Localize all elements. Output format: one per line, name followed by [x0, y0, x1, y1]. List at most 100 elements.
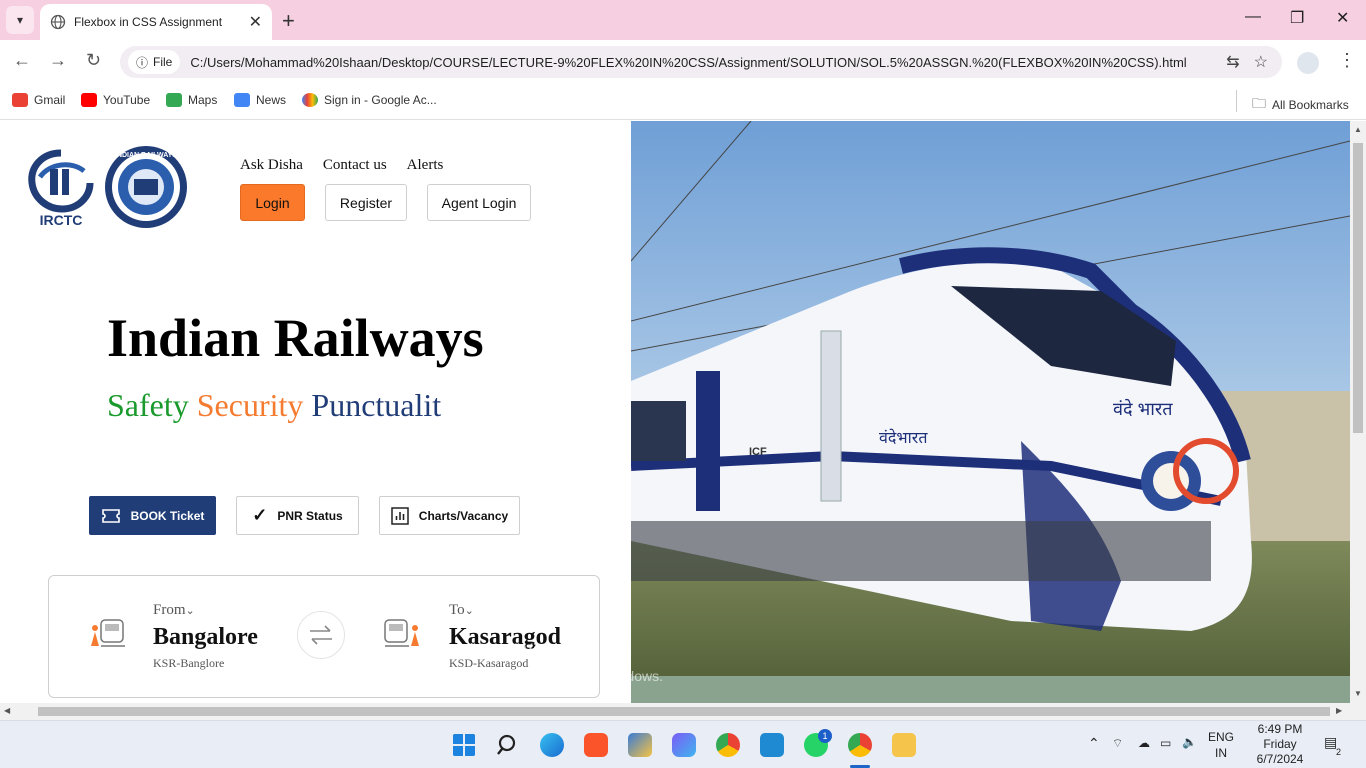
hero-title: Indian Railways [107, 308, 484, 368]
copilot-icon[interactable] [672, 733, 696, 757]
vertical-scrollbar[interactable]: ▲ ▼ [1350, 121, 1366, 703]
indian-railways-seal: INDIAN RAILWAYS [105, 146, 187, 228]
horizontal-scroll-thumb[interactable] [38, 707, 1330, 716]
bookmark-google-signin[interactable]: Sign in - Google Ac... [302, 93, 437, 107]
webpage: IRCTC INDIAN RAILWAYS Ask Disha Contact … [0, 121, 1350, 703]
chevron-down-icon: ⌄ [185, 605, 195, 617]
login-button[interactable]: Login [240, 184, 305, 221]
bookmark-maps[interactable]: Maps [166, 93, 217, 107]
volume-icon[interactable]: 🔈 [1182, 735, 1197, 749]
chevron-down-icon: ⌄ [464, 605, 474, 617]
link-alerts[interactable]: Alerts [407, 157, 444, 174]
profile-avatar[interactable] [1297, 52, 1319, 74]
swap-stations-button[interactable] [297, 611, 345, 659]
restore-icon[interactable]: ❐ [1290, 8, 1304, 28]
seal-text: INDIAN RAILWAYS [115, 152, 177, 159]
register-button[interactable]: Register [325, 184, 407, 221]
chrome-icon[interactable] [716, 733, 740, 757]
horizontal-scrollbar[interactable]: ◀ ▶ [0, 703, 1366, 720]
from-city[interactable]: Bangalore [153, 624, 258, 651]
divider [1236, 90, 1237, 112]
bookmark-youtube[interactable]: YouTube [81, 93, 150, 107]
language-indicator[interactable]: ENG IN [1208, 729, 1234, 761]
train-station-icon [384, 619, 419, 647]
bookmark-label: Sign in - Google Ac... [324, 93, 437, 107]
tagline: Safety Security Punctualit [107, 387, 449, 424]
tagline-safety: Safety [107, 387, 189, 423]
vande-bharat-train-image: वंदे भारत वंदेभारत ICF [631, 121, 1350, 703]
charts-vacancy-button[interactable]: Charts/Vacancy [379, 496, 520, 535]
file-label: File [153, 55, 173, 69]
tray-chevron-icon[interactable]: ⌃ [1088, 735, 1100, 752]
browser-tab[interactable]: Flexbox in CSS Assignment ✕ [40, 4, 272, 40]
train-hindi-text: वंदे भारत [1113, 398, 1173, 419]
bookmark-label: All Bookmarks [1272, 98, 1349, 112]
translate-icon[interactable]: ⇆ [1226, 52, 1239, 72]
bookmarks-bar: Gmail YouTube Maps News Sign in - Google… [0, 84, 1366, 120]
site-info-chip[interactable]: ⓘ File [128, 50, 181, 74]
book-ticket-button[interactable]: BOOK Ticket [89, 496, 216, 535]
pnr-status-button[interactable]: ✓ PNR Status [236, 496, 359, 535]
info-icon: ⓘ [136, 55, 149, 70]
scroll-left-icon[interactable]: ◀ [4, 706, 10, 715]
irctc-logo-text: IRCTC [40, 212, 83, 228]
file-explorer-icon[interactable] [892, 733, 916, 757]
bookmark-label: YouTube [103, 93, 151, 107]
from-label[interactable]: From⌄ [153, 602, 195, 619]
windows-start-icon[interactable] [452, 733, 476, 757]
close-window-icon[interactable]: ✕ [1336, 8, 1349, 28]
chrome-profile-icon[interactable] [848, 733, 872, 757]
edge-icon[interactable] [540, 733, 564, 757]
globe-icon [50, 14, 66, 30]
bookmark-news[interactable]: News [234, 93, 286, 107]
vertical-scroll-thumb[interactable] [1353, 143, 1363, 433]
train-side-logo: वंदेभारत [879, 428, 928, 447]
irctc-logo: IRCTC [28, 149, 94, 228]
wifi-icon[interactable]: ⌔ [1112, 736, 1123, 751]
windows-taskbar: 1 ⌃ ⌔ ☁ ▭ 🔈 ENG IN 6:49 PM Friday 6/7/20… [0, 720, 1366, 768]
cloud-icon[interactable]: ☁ [1138, 736, 1150, 750]
forward-icon[interactable]: → [49, 50, 67, 71]
to-label[interactable]: To⌄ [449, 602, 474, 619]
search-icon[interactable] [496, 733, 520, 757]
brave-icon[interactable] [584, 733, 608, 757]
link-contact-us[interactable]: Contact us [323, 157, 387, 174]
tab-search-chevron-icon[interactable]: ▾ [6, 6, 34, 34]
python-icon[interactable] [628, 733, 652, 757]
clock[interactable]: 6:49 PM Friday 6/7/2024 [1248, 722, 1312, 767]
link-ask-disha[interactable]: Ask Disha [240, 157, 303, 174]
from-code: KSR-Banglore [153, 656, 225, 670]
language-code: ENG [1208, 730, 1235, 744]
whatsapp-badge: 1 [818, 729, 832, 743]
scroll-down-icon[interactable]: ▼ [1354, 689, 1362, 698]
back-icon[interactable]: ← [13, 50, 31, 71]
folder-icon: 🗀 [1252, 95, 1266, 111]
maps-icon [166, 93, 182, 107]
scroll-up-icon[interactable]: ▲ [1354, 125, 1362, 134]
address-bar[interactable]: ⓘ File C:/Users/Mohammad%20Ishaan/Deskto… [120, 46, 1282, 78]
new-tab-icon[interactable]: + [282, 8, 295, 34]
notification-count: 2 [1336, 747, 1342, 757]
menu-kebab-icon[interactable]: ⋮ [1338, 50, 1356, 71]
close-tab-icon[interactable]: ✕ [249, 12, 262, 32]
tagline-punctuality: Punctualit [311, 387, 442, 423]
reload-icon[interactable]: ↻ [86, 50, 101, 71]
scroll-right-icon[interactable]: ▶ [1336, 706, 1342, 715]
to-label-text: To [449, 602, 465, 618]
from-label-text: From [153, 602, 186, 618]
vscode-icon[interactable] [760, 733, 784, 757]
youtube-icon [81, 93, 97, 107]
minimize-icon[interactable]: — [1245, 8, 1261, 26]
battery-icon[interactable]: ▭ [1160, 736, 1171, 750]
clock-time: 6:49 PM [1257, 722, 1303, 736]
bookmark-star-icon[interactable]: ☆ [1254, 52, 1268, 72]
swap-icon [310, 625, 332, 645]
bookmark-label: Maps [188, 93, 218, 107]
region-code: IN [1215, 746, 1227, 760]
agent-login-button[interactable]: Agent Login [427, 184, 531, 221]
train-station-icon [91, 619, 125, 647]
bookmark-gmail[interactable]: Gmail [12, 93, 65, 107]
all-bookmarks[interactable]: 🗀 All Bookmarks [1252, 93, 1349, 117]
check-icon: ✓ [252, 505, 268, 525]
pnr-status-label: PNR Status [277, 508, 343, 523]
